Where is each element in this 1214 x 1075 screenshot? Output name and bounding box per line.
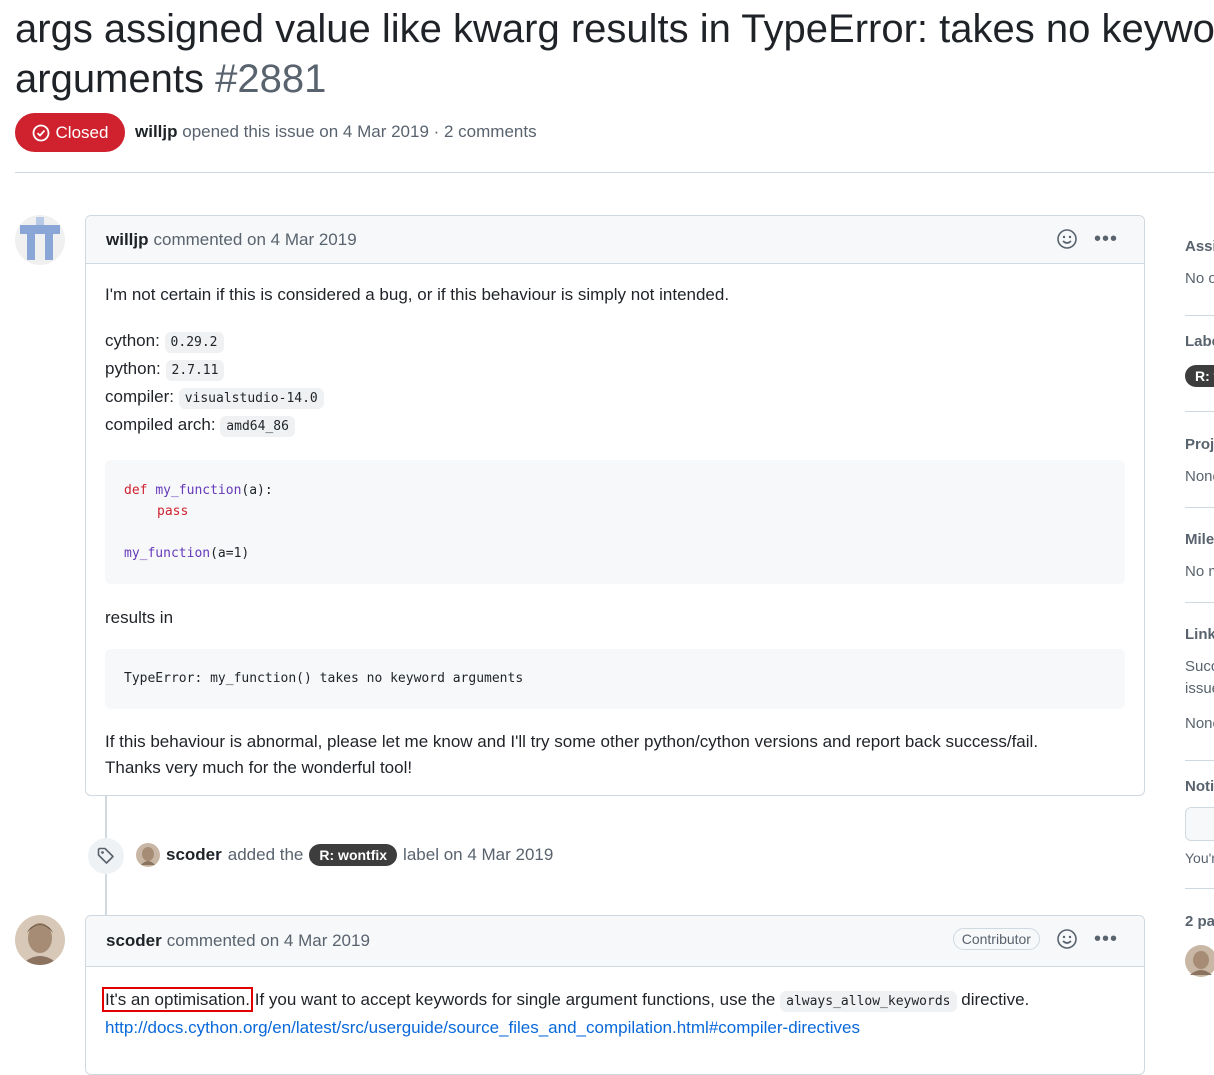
comment-outro: If this behaviour is abnormal, please le… bbox=[105, 732, 1039, 777]
comment-header: scoder commented on 4 Mar 2019 Contribut… bbox=[86, 916, 1144, 967]
sidebar-linked-text: Successfully merging a pull request may … bbox=[1185, 658, 1214, 675]
sidebar-label-pill[interactable]: R: wontfix bbox=[1185, 365, 1214, 387]
avatar-scoder[interactable] bbox=[15, 915, 65, 965]
state-label: Closed bbox=[55, 122, 109, 142]
sidebar-labels-title[interactable]: Labels bbox=[1185, 333, 1214, 350]
avatar-willjp[interactable] bbox=[15, 215, 65, 265]
issue-meta: willjp opened this issue on 4 Mar 2019 ·… bbox=[135, 122, 537, 142]
sidebar-projects-value: None yet bbox=[1185, 468, 1214, 485]
sidebar-linked-text2: issue. bbox=[1185, 680, 1214, 697]
issue-opened-text: opened this issue on 4 Mar 2019 · 2 comm… bbox=[182, 122, 537, 141]
env-value: visualstudio-14.0 bbox=[178, 388, 324, 409]
comment-body: It's an optimisation. If you want to acc… bbox=[102, 987, 1125, 1015]
wontfix-label[interactable]: R: wontfix bbox=[309, 844, 398, 866]
env-item: cython: 0.29.2 bbox=[105, 328, 1125, 356]
env-list: cython: 0.29.2 python: 2.7.11 compiler: … bbox=[105, 328, 1125, 440]
sidebar-notifications-value: You're not receiving notifications bbox=[1185, 850, 1214, 866]
results-in-text: results in bbox=[105, 608, 174, 627]
sidebar-divider bbox=[1185, 411, 1214, 412]
issue-closed-icon bbox=[32, 124, 49, 141]
subscribe-button[interactable] bbox=[1185, 807, 1214, 841]
sidebar-divider bbox=[1185, 315, 1214, 316]
comment-header: willjp commented on 4 Mar 2019 ••• bbox=[86, 216, 1144, 264]
sidebar-linked-title[interactable]: Linked bbox=[1185, 626, 1214, 643]
env-item: python: 2.7.11 bbox=[105, 356, 1125, 384]
env-value: amd64_86 bbox=[220, 416, 295, 437]
highlighted-text: It's an optimisation. bbox=[102, 987, 253, 1012]
header-divider bbox=[15, 172, 1214, 173]
more-options-icon[interactable]: ••• bbox=[1094, 229, 1118, 249]
event-suffix: label on 4 Mar 2019 bbox=[403, 845, 554, 864]
tag-icon bbox=[97, 847, 114, 864]
code-block: def my_function(a): pass my_function(a=1… bbox=[105, 460, 1125, 584]
more-options-icon[interactable]: ••• bbox=[1094, 929, 1118, 949]
sidebar-divider bbox=[1185, 888, 1214, 889]
sidebar-assignees-title[interactable]: Assignees bbox=[1185, 238, 1214, 255]
comment-author[interactable]: willjp bbox=[106, 230, 149, 250]
sidebar-divider bbox=[1185, 760, 1214, 761]
smiley-icon[interactable] bbox=[1056, 228, 1078, 250]
issue-title: args assigned value like kwarg results i… bbox=[15, 4, 1214, 104]
sidebar-milestone-title[interactable]: Milestone bbox=[1185, 531, 1214, 548]
issue-author-link[interactable]: willjp bbox=[135, 122, 178, 141]
event-action: added the bbox=[227, 845, 304, 864]
issue-sidebar: Assignees No one assigned Labels R: wont… bbox=[1165, 215, 1214, 1059]
env-item: compiler: visualstudio-14.0 bbox=[105, 384, 1125, 412]
smiley-icon[interactable] bbox=[1056, 928, 1078, 950]
sidebar-participants-title: 2 participants bbox=[1185, 913, 1214, 930]
label-event: scoder added the R: wontfix label on 4 M… bbox=[136, 843, 553, 867]
comment-timestamp[interactable]: commented on 4 Mar 2019 bbox=[154, 230, 357, 250]
sidebar-divider bbox=[1185, 507, 1214, 508]
env-value: 2.7.11 bbox=[165, 360, 225, 381]
comment-card-willjp: willjp commented on 4 Mar 2019 ••• I'm n… bbox=[85, 215, 1145, 796]
issue-number: #2881 bbox=[215, 57, 327, 101]
sidebar-assignees-value: No one assigned bbox=[1185, 270, 1214, 287]
issue-title-line2: arguments bbox=[15, 57, 204, 101]
closed-state-badge: Closed bbox=[15, 113, 125, 152]
env-item: compiled arch: amd64_86 bbox=[105, 412, 1125, 440]
event-author[interactable]: scoder bbox=[166, 845, 222, 865]
comment-intro: I'm not certain if this is considered a … bbox=[105, 285, 730, 304]
contributor-badge: Contributor bbox=[952, 928, 1040, 950]
participant-avatar[interactable] bbox=[1185, 945, 1214, 977]
error-code-block: TypeError: my_function() takes no keywor… bbox=[105, 649, 1125, 709]
sidebar-milestone-value: No milestone bbox=[1185, 563, 1214, 580]
comment-card-scoder: scoder commented on 4 Mar 2019 Contribut… bbox=[85, 915, 1145, 1075]
docs-link[interactable]: http://docs.cython.org/en/latest/src/use… bbox=[105, 1018, 860, 1037]
identicon-image bbox=[15, 215, 65, 265]
sidebar-linked-value: None yet bbox=[1185, 715, 1214, 732]
avatar-image bbox=[15, 915, 65, 965]
label-event-icon-wrap bbox=[88, 838, 124, 874]
sidebar-projects-title[interactable]: Projects bbox=[1185, 436, 1214, 453]
directive-code: always_allow_keywords bbox=[780, 991, 957, 1012]
avatar-scoder-small[interactable] bbox=[136, 843, 160, 867]
comment-timestamp[interactable]: commented on 4 Mar 2019 bbox=[167, 931, 370, 951]
sidebar-divider bbox=[1185, 602, 1214, 603]
comment-author[interactable]: scoder bbox=[106, 931, 162, 951]
env-value: 0.29.2 bbox=[164, 332, 224, 353]
sidebar-notifications-title: Notifications bbox=[1185, 778, 1214, 795]
issue-title-line1: args assigned value like kwarg results i… bbox=[15, 7, 1214, 51]
